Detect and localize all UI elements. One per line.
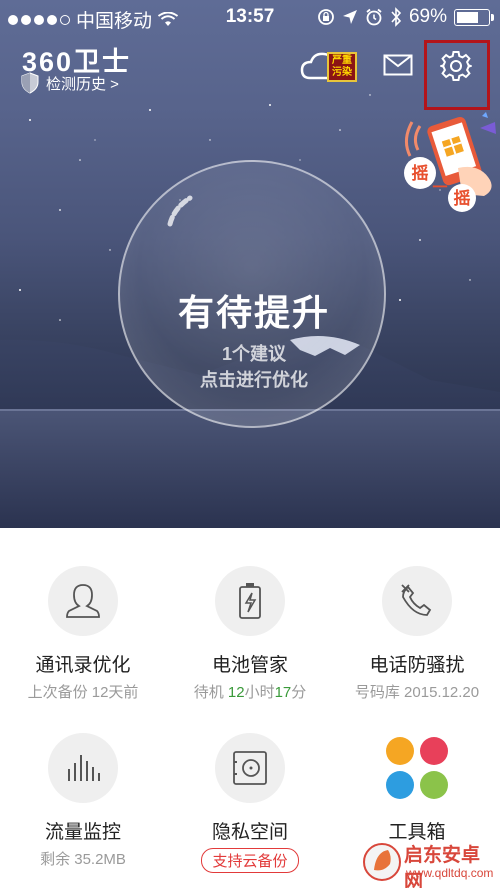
phone-tool-icon (420, 737, 448, 765)
optimize-status-circle[interactable]: 有待提升 1个建议 点击进行优化 (118, 160, 386, 428)
status-title: 有待提升 (177, 292, 330, 333)
speed-tool-icon (386, 737, 414, 765)
tile-title: 电池管家 (211, 655, 288, 676)
detection-history-link[interactable]: 检测历史 > (20, 72, 119, 94)
safe-icon-circle (215, 733, 285, 803)
tile-title: 电话防骚扰 (369, 655, 465, 676)
tile-subtitle: 剩余 35.2MB (40, 851, 126, 868)
bluetooth-icon (391, 7, 402, 27)
optimize-hint: 点击进行优化 (200, 370, 308, 390)
toolbox-tile[interactable]: 工具箱 (334, 733, 500, 844)
safe-icon (233, 751, 267, 785)
qr-tool-icon (386, 771, 414, 799)
watermark-name: 启东安卓网 (404, 845, 481, 888)
cloud-backup-badge: 支持云备份 (201, 848, 299, 873)
feature-grid: 通讯录优化 上次备份 12天前 电池管家 待机 12小时17分 电话防骚扰 号码… (0, 528, 500, 888)
watermark-logo-icon (363, 843, 401, 881)
tile-title: 隐私空间 (211, 822, 288, 843)
tile-subtitle: 号码库 2015.12.20 (354, 684, 480, 701)
svg-text:摇: 摇 (412, 163, 429, 184)
phone-block-icon-circle (382, 566, 452, 636)
progress-arc-icon (167, 195, 193, 227)
status-bar: 中国移动 13:57 69% (0, 0, 500, 34)
traffic-monitor-tile[interactable]: 流量监控 剩余 35.2MB (0, 733, 166, 869)
suggestion-count: 1个建议 (221, 344, 286, 364)
standby-hours: 12 (227, 684, 245, 701)
battery-icon-circle (215, 566, 285, 636)
battery-percent: 69% (408, 6, 447, 27)
tile-title: 流量监控 (44, 822, 121, 843)
location-icon (342, 10, 357, 24)
hero-section: 中国移动 13:57 69% 360卫士 检测历史 > 严重污染 摇 一 摇 有… (0, 0, 500, 528)
mail-icon[interactable] (383, 54, 413, 76)
watermark-url: www.qdltdq.com (406, 866, 494, 880)
contact-icon-circle (48, 566, 118, 636)
phone-block-icon (401, 584, 432, 616)
call-block-tile[interactable]: 电话防骚扰 号码库 2015.12.20 (334, 566, 500, 702)
shake-promo-icon[interactable]: 摇 一 摇 (400, 108, 500, 213)
hours-unit: 小时 (244, 684, 275, 701)
alarm-icon (366, 8, 382, 26)
standby-minutes: 17 (274, 684, 292, 701)
toolbox-icon (382, 733, 452, 803)
privacy-space-tile[interactable]: 隐私空间 支持云备份 (167, 733, 333, 873)
tile-subtitle: 上次备份 12天前 (27, 684, 139, 701)
tile-subtitle: 待机 12小时17分 (167, 681, 333, 702)
battery-icon (239, 583, 261, 619)
contacts-optimize-tile[interactable]: 通讯录优化 上次备份 12天前 (0, 566, 166, 702)
history-label: 检测历史 > (46, 75, 119, 93)
settings-highlight-box (424, 40, 490, 110)
battery-manager-tile[interactable]: 电池管家 待机 12小时17分 (167, 566, 333, 702)
rotation-lock-icon (318, 9, 334, 25)
traffic-icon-circle (48, 733, 118, 803)
standby-prefix: 待机 (193, 684, 228, 701)
tile-title: 通讯录优化 (35, 655, 131, 676)
svg-text:一: 一 (432, 178, 447, 196)
site-watermark: 启东安卓网 www.qdltdq.com (362, 838, 496, 888)
minutes-unit: 分 (291, 684, 307, 701)
traffic-icon (68, 755, 100, 781)
shield-icon (21, 72, 39, 94)
pollution-badge: 严重污染 (327, 52, 357, 82)
svg-text:摇: 摇 (454, 188, 471, 209)
battery-icon (454, 8, 494, 26)
contact-icon (66, 584, 100, 618)
more-tool-icon (420, 771, 448, 799)
